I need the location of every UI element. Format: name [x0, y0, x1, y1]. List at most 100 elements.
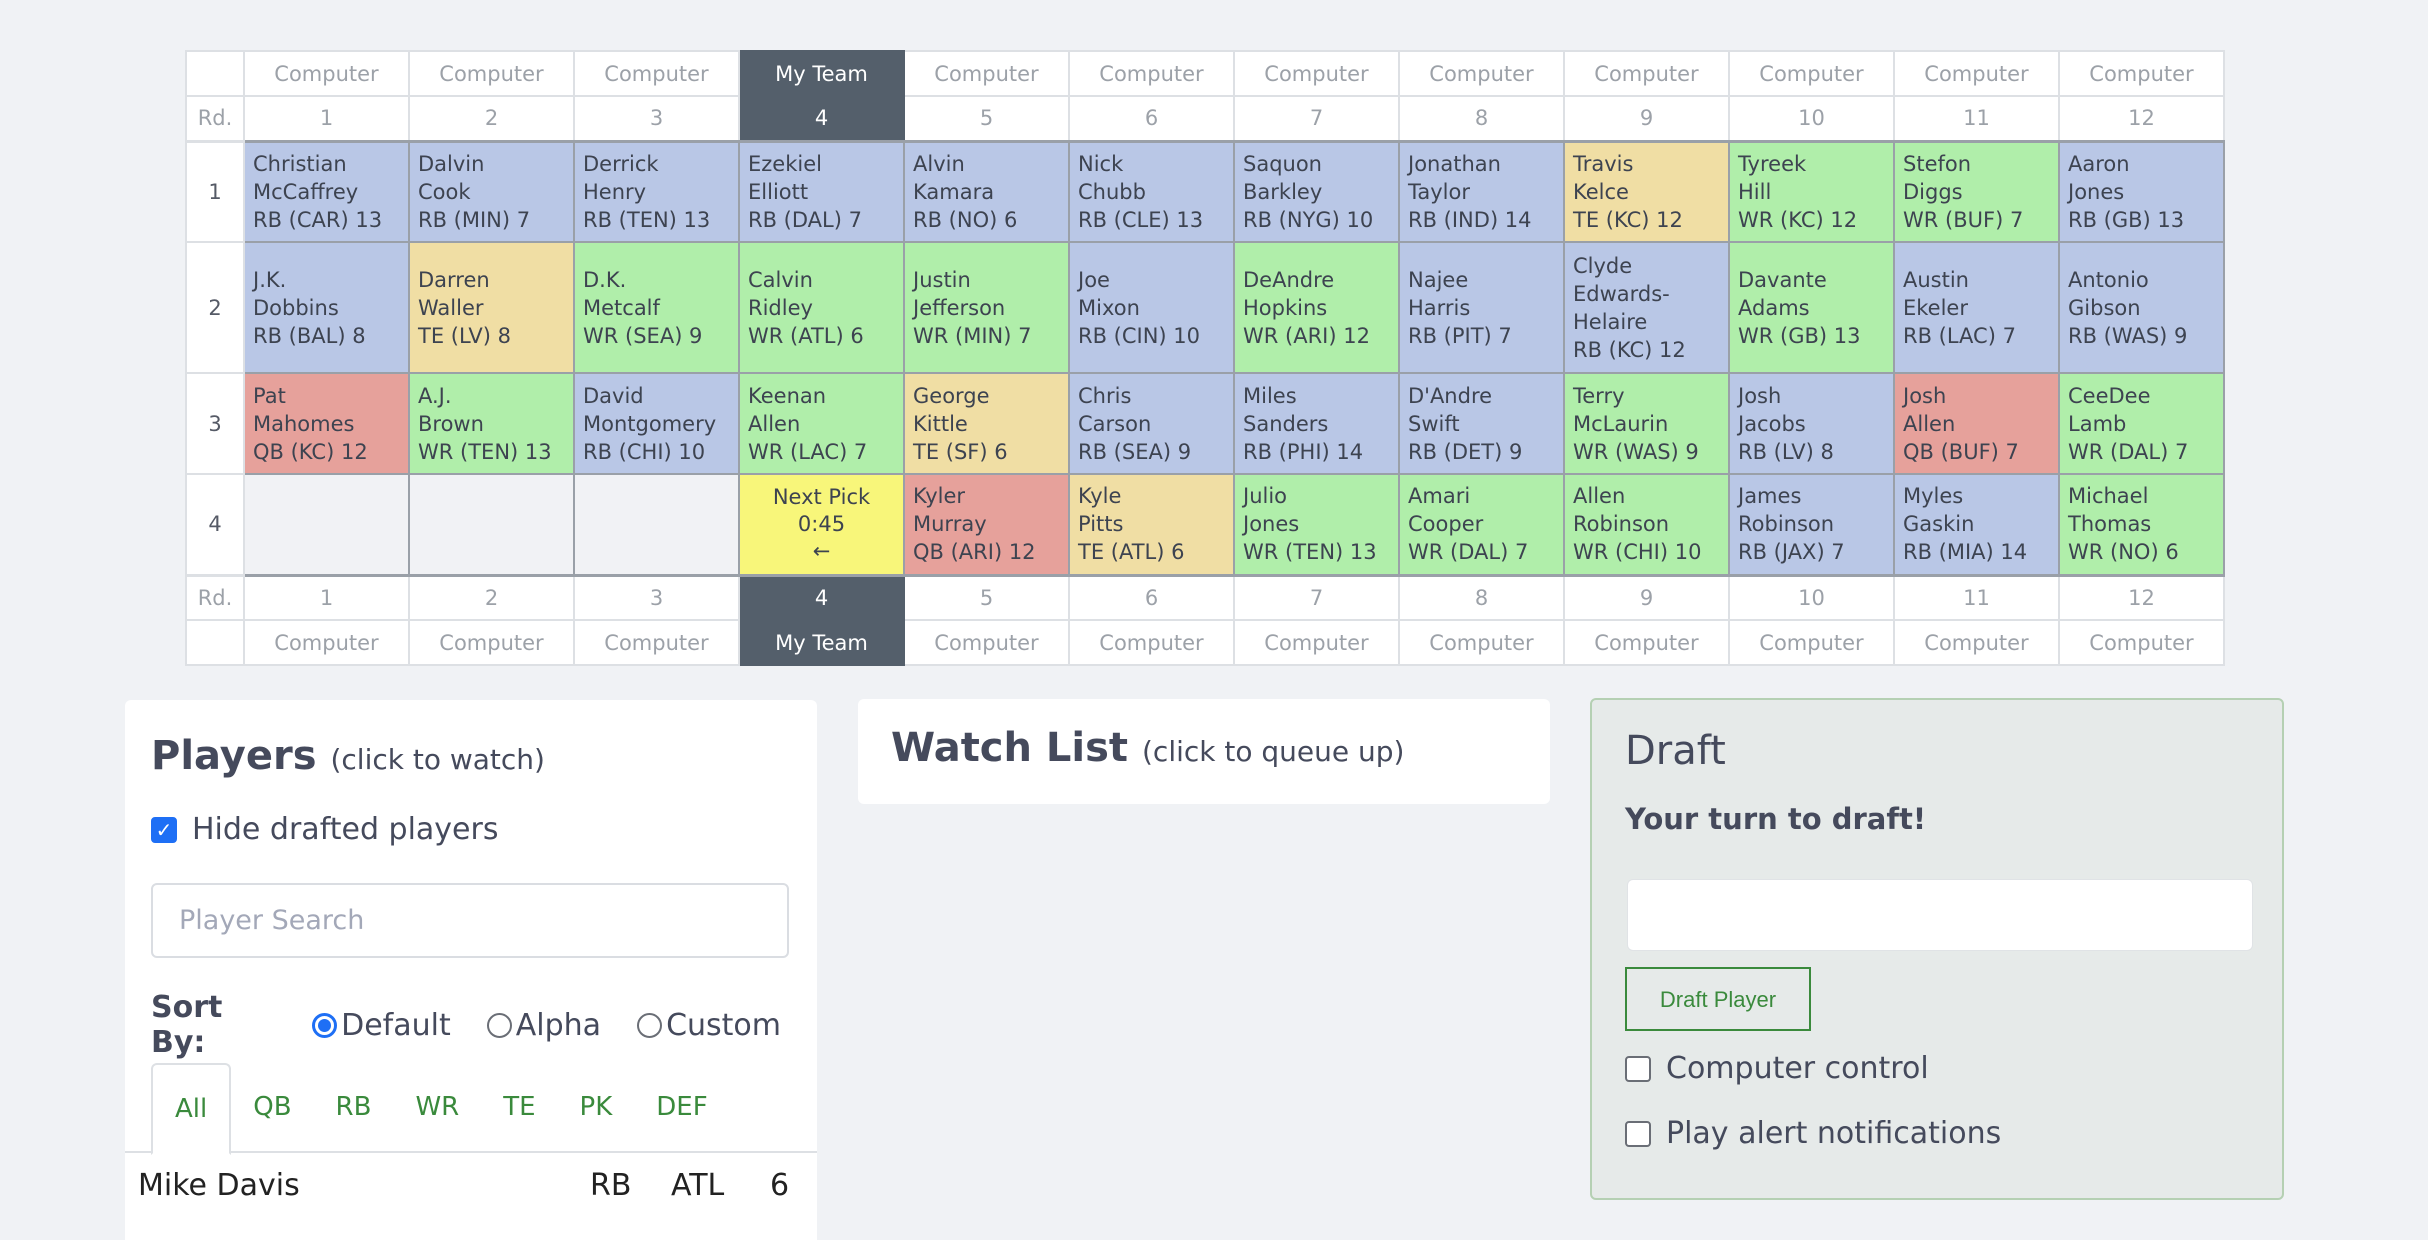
team-name: Computer	[1233, 619, 1400, 666]
player-first-name: Amari	[1408, 484, 1471, 509]
player-last-name: Cook	[418, 179, 471, 204]
player-info: RB (BAL) 8	[253, 323, 366, 348]
player-row[interactable]: Mike Davis RB ATL 6	[125, 1155, 817, 1215]
tab-pk[interactable]: PK	[558, 1063, 635, 1151]
drafted-pick-cell: Michael Thomas WR (NO) 6	[2058, 473, 2225, 577]
player-position: RB	[590, 1167, 632, 1203]
slot-number: 6	[1068, 95, 1235, 142]
tab-te[interactable]: TE	[481, 1063, 557, 1151]
pick-content: Terry McLaurin WR (WAS) 9	[1565, 376, 1728, 472]
checkbox-icon[interactable]	[1625, 1120, 1651, 1147]
pick-content: Amari Cooper WR (DAL) 7	[1400, 476, 1563, 572]
player-info: WR (LAC) 7	[748, 439, 868, 464]
round-label: Rd.	[185, 95, 245, 142]
slot-number: 3	[573, 95, 740, 142]
drafted-pick-cell: Najee Harris RB (PIT) 7	[1398, 241, 1565, 374]
next-pick-cell: Next Pick 0:45 ←	[738, 473, 905, 577]
player-info: WR (TEN) 13	[1243, 540, 1377, 565]
player-first-name: DeAndre	[1243, 267, 1335, 292]
team-name: Computer	[1728, 50, 1895, 97]
tab-wr[interactable]: WR	[393, 1063, 481, 1151]
player-last-name: Allen	[1903, 411, 1956, 436]
tab-def[interactable]: DEF	[634, 1063, 729, 1151]
player-last-name: Harris	[1408, 295, 1471, 320]
pick-content: Najee Harris RB (PIT) 7	[1400, 260, 1563, 356]
player-first-name: James	[1738, 484, 1802, 509]
radio-icon[interactable]	[637, 1012, 663, 1038]
pick-content: Saquon Barkley RB (NYG) 10	[1235, 144, 1398, 240]
pick-content: D'Andre Swift RB (DET) 9	[1400, 376, 1563, 472]
player-first-name: Keenan	[748, 383, 827, 408]
pick-content: Josh Allen QB (BUF) 7	[1895, 376, 2058, 472]
pick-content: Joe Mixon RB (CIN) 10	[1070, 260, 1233, 356]
player-info: RB (SEA) 9	[1078, 439, 1192, 464]
radio-selected-icon[interactable]	[312, 1012, 338, 1038]
player-last-name: Sanders	[1243, 411, 1329, 436]
sort-by-label: Sort By:	[151, 990, 223, 1060]
player-last-name: Robinson	[1738, 512, 1835, 537]
pick-content: Julio Jones WR (TEN) 13	[1235, 476, 1398, 572]
tab-all[interactable]: All	[151, 1063, 232, 1155]
player-info: WR (ARI) 12	[1243, 323, 1370, 348]
slot-footer-row: Rd. 1 2 3 4 5 6 7 8 9 10 11 12	[185, 574, 2225, 621]
player-last-name: Thomas	[2068, 512, 2152, 537]
player-info: RB (KC) 12	[1573, 337, 1686, 362]
round-row: 3 Pat Mahomes QB (KC) 12 A.J. Brown WR (TEN) 1…	[185, 372, 2225, 475]
team-name: Computer	[1398, 50, 1565, 97]
player-last-name: McCaffrey	[253, 179, 359, 204]
drafted-pick-cell: Kyler Murray QB (ARI) 12	[903, 473, 1070, 577]
player-first-name: Chris	[1078, 383, 1132, 408]
draft-player-button[interactable]: Draft Player	[1625, 967, 1811, 1031]
next-pick-label: Next Pick	[772, 484, 871, 509]
drafted-pick-cell: A.J. Brown WR (TEN) 13	[408, 372, 575, 475]
sort-default-label: Default	[341, 1007, 451, 1043]
pick-content: Derrick Henry RB (TEN) 13	[575, 144, 738, 240]
slot-number: 7	[1233, 95, 1400, 142]
sort-alpha-radio[interactable]: Alpha	[486, 1007, 602, 1043]
checkmark-icon[interactable]: ✓	[151, 816, 177, 843]
slot-number: 11	[1893, 574, 2060, 621]
player-info: RB (NO) 6	[913, 207, 1018, 232]
slot-number: 5	[903, 95, 1070, 142]
slot-number: 2	[408, 95, 575, 142]
draft-title: Draft	[1625, 728, 1726, 774]
sort-default-radio[interactable]: Default	[312, 1008, 451, 1043]
drafted-pick-cell: Terry McLaurin WR (WAS) 9	[1563, 372, 1730, 475]
sort-custom-radio[interactable]: Custom	[637, 1008, 781, 1043]
draft-player-input[interactable]	[1627, 879, 2253, 951]
team-name: Computer	[1563, 619, 1730, 666]
hide-drafted-checkbox[interactable]: ✓ Hide drafted players	[151, 812, 498, 847]
player-name: Mike Davis	[138, 1167, 300, 1203]
pick-content: Christian McCaffrey RB (CAR) 13	[245, 144, 408, 240]
player-last-name: Mahomes	[253, 411, 355, 436]
tab-qb[interactable]: QB	[231, 1063, 313, 1151]
tab-rb[interactable]: RB	[314, 1063, 394, 1151]
drafted-pick-cell: Aaron Jones RB (GB) 13	[2058, 139, 2225, 243]
player-search-input[interactable]: Player Search	[151, 883, 789, 958]
player-last-name: Diggs	[1903, 179, 1963, 204]
drafted-pick-cell: Josh Jacobs RB (LV) 8	[1728, 372, 1895, 475]
checkbox-icon[interactable]	[1625, 1055, 1651, 1082]
player-first-name: CeeDee	[2068, 383, 2151, 408]
play-alerts-checkbox[interactable]: Play alert notifications	[1625, 1116, 2001, 1151]
draft-status: Your turn to draft!	[1625, 802, 1927, 836]
draft-board: Computer Computer Computer My Team Computer C…	[185, 50, 2225, 666]
player-info: WR (ATL) 6	[748, 323, 864, 348]
player-last-name: Jefferson	[913, 295, 1006, 320]
round-number: 4	[185, 473, 245, 577]
radio-icon[interactable]	[486, 1012, 512, 1038]
sort-alpha-label: Alpha	[515, 1007, 602, 1043]
player-info: TE (ATL) 6	[1078, 540, 1185, 565]
pick-content: Dalvin Cook RB (MIN) 7	[410, 144, 573, 240]
pick-content: James Robinson RB (JAX) 7	[1730, 476, 1893, 572]
pick-content: Tyreek Hill WR (KC) 12	[1730, 144, 1893, 240]
team-name: My Team	[738, 50, 905, 97]
player-bye: 6	[770, 1167, 790, 1203]
watch-list-panel: Watch List (click to queue up)	[858, 699, 1550, 804]
slot-number: 11	[1893, 95, 2060, 142]
computer-control-checkbox[interactable]: Computer control	[1625, 1051, 1929, 1086]
player-first-name: Austin	[1903, 267, 1969, 292]
slot-number: 10	[1728, 574, 1895, 621]
player-info: RB (MIA) 14	[1903, 540, 2028, 565]
slot-number: 6	[1068, 574, 1235, 621]
